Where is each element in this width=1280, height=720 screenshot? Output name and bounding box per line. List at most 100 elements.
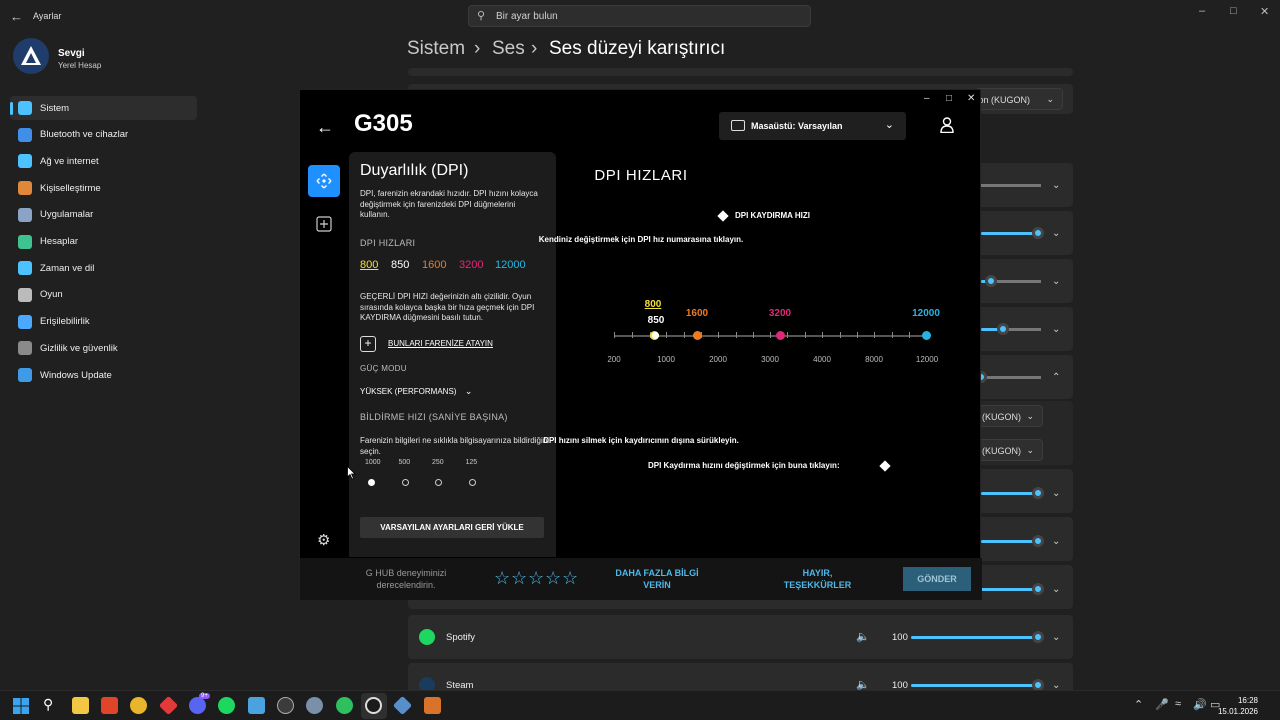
app-icon[interactable] [336,697,353,714]
search-icon[interactable]: ⚲ [43,696,53,713]
report-rate-radio[interactable] [468,479,476,486]
volume-knob[interactable] [1032,227,1044,239]
volume-track[interactable] [991,280,1041,283]
close-icon[interactable]: ✕ [967,93,975,104]
windows-start-icon[interactable] [13,698,29,714]
close-icon[interactable]: ✕ [1260,5,1269,18]
profile-selector[interactable]: Masaüstü: Varsayılan ⌄ [719,112,906,140]
output-device-dropdown[interactable]: (KUGON) ⌄ [975,405,1043,427]
chevron-up-icon[interactable]: ⌃ [1052,372,1060,383]
discord-icon[interactable] [189,697,206,714]
volume-knob[interactable] [985,275,997,287]
sidebar-item[interactable]: Kişiselleştirme [10,176,197,200]
star-icon[interactable]: ☆ [494,568,510,589]
avatar[interactable] [13,38,49,74]
chevron-down-icon[interactable]: ⌄ [1052,276,1060,287]
chevron-up-icon[interactable]: ⌃ [1134,698,1143,711]
microphone-icon[interactable]: 🎤 [1155,698,1169,711]
speaker-icon[interactable]: 🔊 [1193,698,1207,711]
dpi-marker-label[interactable]: 12000 [908,308,944,319]
dpi-marker-850[interactable] [652,332,659,339]
sidebar-item[interactable]: Ağ ve internet [10,149,197,173]
sidebar-item[interactable]: Oyun [10,283,197,307]
search-input[interactable]: ⚲ Bir ayar bulun [468,5,811,27]
reset-defaults-button[interactable]: VARSAYILAN AYARLARI GERİ YÜKLE [360,517,544,538]
dpi-marker-3200[interactable] [776,331,785,340]
star-icon[interactable]: ☆ [545,568,561,589]
volume-knob[interactable] [1032,583,1044,595]
speaker-icon[interactable]: 🔈 [856,630,870,643]
chevron-down-icon[interactable]: ⌄ [1052,228,1060,239]
volume-knob[interactable] [997,323,1009,335]
minimize-icon[interactable]: – [1199,5,1205,17]
dpi-marker-label[interactable]: 850 [638,315,674,326]
sidebar-item[interactable]: Zaman ve dil [10,256,197,280]
dpi-value[interactable]: 1600 [422,259,446,271]
chrome-icon[interactable] [130,697,147,714]
dpi-value[interactable]: 800 [360,259,378,271]
user-icon[interactable] [940,117,954,133]
chevron-down-icon[interactable]: ⌄ [1052,488,1060,499]
dpi-marker-label[interactable]: 3200 [762,308,798,319]
volume-knob[interactable] [1032,631,1044,643]
maximize-icon[interactable]: □ [1230,5,1237,17]
sidebar-item[interactable]: Sistem [10,96,197,120]
star-icon[interactable]: ☆ [562,568,578,589]
volume-slider[interactable] [911,636,1037,639]
output-device-dropdown[interactable]: fon (KUGON) ⌄ [975,88,1063,110]
volume-slider[interactable] [981,540,1037,543]
chevron-down-icon[interactable]: ⌄ [1052,584,1060,595]
sidebar-item[interactable]: Uygulamalar [10,203,197,227]
volume-knob[interactable] [1032,535,1044,547]
chevron-down-icon[interactable]: ⌄ [1052,632,1060,643]
spotify-icon[interactable] [218,697,235,714]
minimize-icon[interactable]: – [924,93,930,104]
report-rate-radio[interactable] [435,479,442,486]
volume-slider[interactable] [981,588,1037,591]
dpi-value[interactable]: 850 [391,259,409,271]
star-icon[interactable]: ☆ [511,568,527,589]
volume-track[interactable] [981,376,1041,379]
chevron-down-icon[interactable]: ⌄ [1052,180,1060,191]
app-icon[interactable] [277,697,294,714]
back-arrow-icon[interactable]: ← [10,9,23,24]
anydesk-icon[interactable] [158,695,179,716]
clock[interactable]: 16:28 15.01.2026 [1218,695,1258,717]
app-icon[interactable] [392,695,413,716]
photos-icon[interactable] [248,697,265,714]
sidebar-item[interactable]: Windows Update [10,363,197,387]
sidebar-item[interactable]: Hesaplar [10,230,197,254]
breadcrumb-ses[interactable]: Ses [492,38,525,60]
input-device-dropdown[interactable]: (KUGON) ⌄ [975,439,1043,461]
breadcrumb-sistem[interactable]: Sistem [407,38,465,60]
file-explorer-icon[interactable] [72,697,89,714]
star-icon[interactable]: ☆ [528,568,544,589]
report-rate-radio[interactable] [401,479,409,486]
dpi-marker-label[interactable]: 1600 [679,308,715,319]
gear-icon[interactable]: ⚙ [317,531,330,549]
settings-gear-icon[interactable] [306,697,323,714]
volume-slider[interactable] [981,232,1037,235]
volume-slider[interactable] [981,492,1037,495]
dpi-marker-label[interactable]: 800 [635,299,671,310]
more-info-link[interactable]: DAHA FAZLA BİLGİ VERİN [602,567,712,591]
volume-knob[interactable] [1032,487,1044,499]
volume-track[interactable] [981,184,1041,187]
wifi-icon[interactable]: ≈ [1175,698,1181,710]
no-thanks-link[interactable]: HAYIR, TEŞEKKÜRLER [770,567,865,591]
maximize-icon[interactable]: □ [946,93,952,104]
app-icon[interactable] [424,697,441,714]
power-mode-dropdown[interactable]: YÜKSEK (PERFORMANS) ⌄ [360,381,472,399]
back-arrow-icon[interactable]: ← [316,117,334,138]
chevron-down-icon[interactable]: ⌄ [1052,536,1060,547]
ghub-icon[interactable] [365,697,382,714]
report-rate-radio[interactable] [368,479,375,486]
sidebar-item[interactable]: Erişilebilirlik [10,310,197,334]
sidebar-item[interactable]: Gizlilik ve güvenlik [10,336,197,360]
send-button[interactable]: GÖNDER [903,567,971,591]
dts-icon[interactable] [101,697,118,714]
chevron-down-icon[interactable]: ⌄ [1052,324,1060,335]
volume-slider[interactable] [911,684,1037,687]
sidebar-item[interactable]: Bluetooth ve cihazlar [10,123,197,147]
dpi-value[interactable]: 3200 [459,259,483,271]
